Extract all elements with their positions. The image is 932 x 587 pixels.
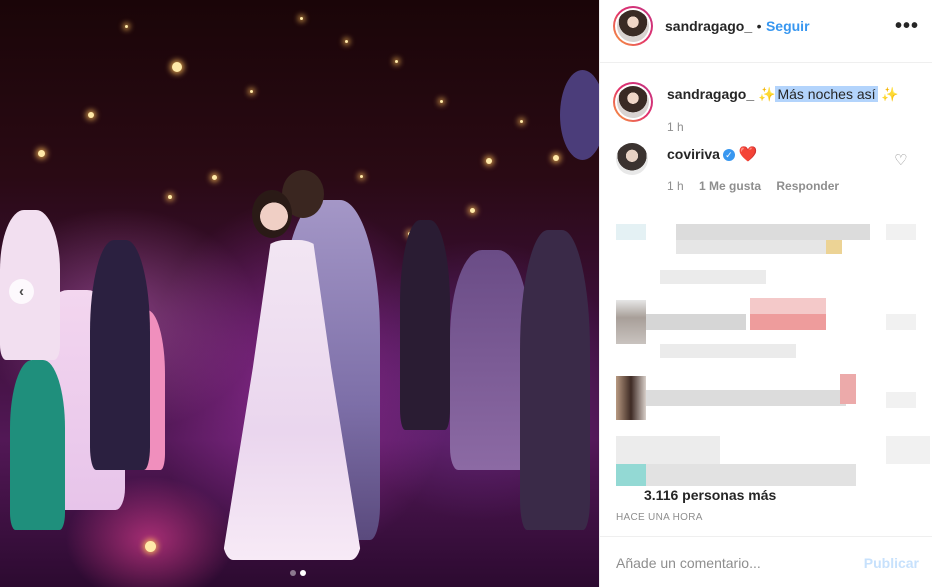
- comment-meta: 1 h 1 Me gusta Responder: [667, 179, 839, 193]
- commenter-avatar[interactable]: [616, 143, 648, 175]
- post-header: sandragago_ • Seguir •••: [600, 0, 932, 63]
- carousel-prev-button[interactable]: ‹: [9, 279, 34, 304]
- comment-text: ❤️: [738, 146, 758, 163]
- carousel-dot: [290, 570, 296, 576]
- carousel-indicator: [290, 570, 306, 576]
- carousel-dot-active: [300, 570, 306, 576]
- likes-summary[interactable]: 3.116 personas más: [644, 487, 776, 503]
- comment-input[interactable]: Añade un comentario...: [616, 555, 761, 571]
- caption-text: Más noches así: [775, 86, 878, 102]
- reply-button[interactable]: Responder: [776, 179, 839, 193]
- verified-badge-icon: ✓: [722, 149, 735, 161]
- comment-body: coviriva ✓ ❤️: [667, 145, 758, 163]
- guest-figure: [90, 240, 150, 470]
- guest-figure: [10, 360, 65, 530]
- guest-figure: [520, 230, 590, 530]
- chevron-left-icon: ‹: [19, 283, 24, 300]
- heart-outline-icon[interactable]: ♡: [894, 151, 907, 169]
- author-avatar[interactable]: [613, 6, 653, 46]
- guest-figure: [450, 250, 530, 470]
- post-caption: sandragago_ ✨ Más noches así ✨: [667, 86, 899, 103]
- post-side-panel: sandragago_ • Seguir ••• sandragago_ ✨ Má…: [599, 0, 932, 587]
- header-separator: •: [756, 18, 762, 34]
- guest-figure: [400, 220, 450, 430]
- caption-author[interactable]: sandragago_: [667, 86, 754, 102]
- bride-head: [252, 190, 292, 238]
- comment-author[interactable]: coviriva: [667, 146, 720, 162]
- post-photo[interactable]: ‹: [0, 0, 599, 587]
- guest-figure: [560, 70, 599, 160]
- caption-author-avatar[interactable]: [613, 82, 653, 122]
- author-username[interactable]: sandragago_: [665, 18, 752, 34]
- sparkle-emoji: ✨: [758, 86, 776, 102]
- comment-composer: Añade un comentario... Publicar: [600, 536, 932, 587]
- comment-likes[interactable]: 1 Me gusta: [699, 179, 761, 193]
- comment-time[interactable]: 1 h: [667, 179, 684, 193]
- sparkle-emoji: ✨: [881, 86, 899, 102]
- post-time-ago[interactable]: HACE UNA HORA: [616, 512, 703, 523]
- follow-button[interactable]: Seguir: [766, 18, 810, 34]
- publish-button[interactable]: Publicar: [864, 555, 919, 571]
- caption-time[interactable]: 1 h: [667, 120, 684, 134]
- more-options-icon[interactable]: •••: [895, 16, 919, 36]
